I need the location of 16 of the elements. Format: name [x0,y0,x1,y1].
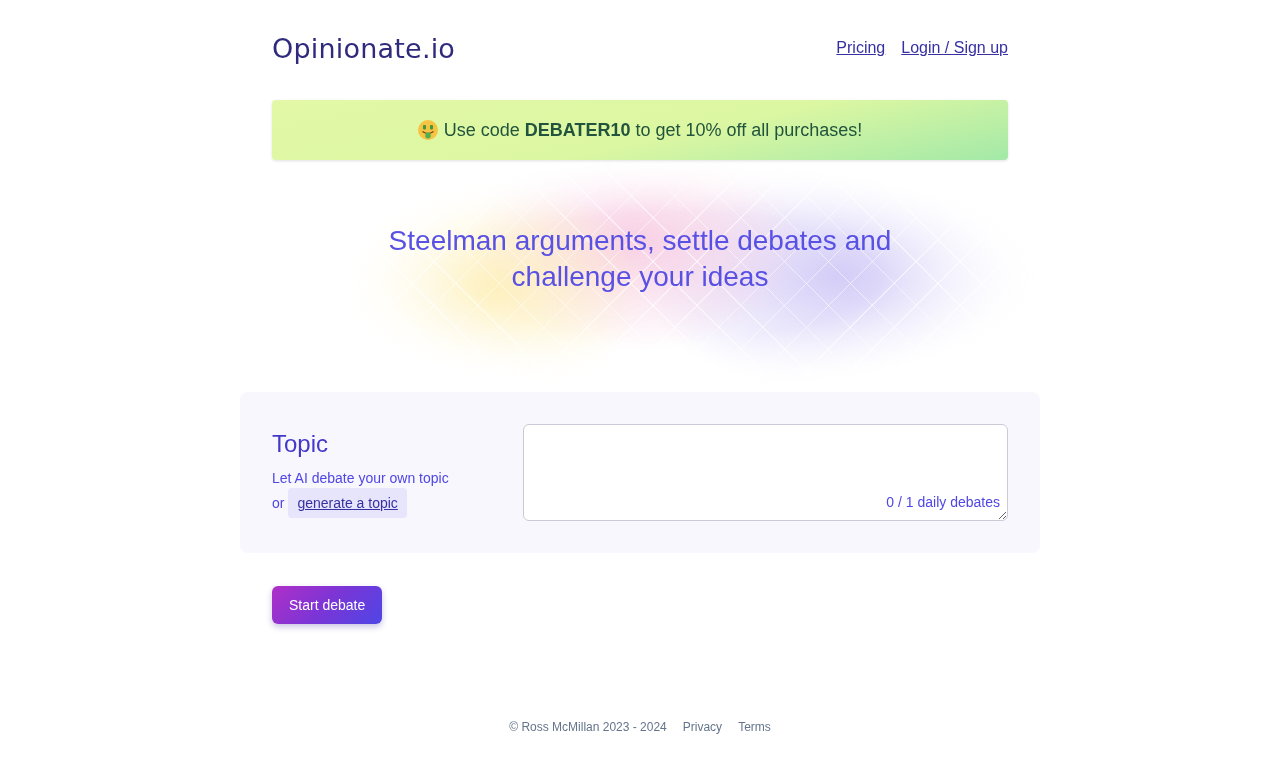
start-debate-button[interactable]: Start debate [272,586,383,624]
footer-link[interactable]: Privacy [682,719,723,735]
site-logo[interactable]: Opinionate.io [272,32,456,64]
card-title: Topic [272,430,330,458]
hero-headline: Steelman arguments, settle debates and challenge your ideas [387,224,893,294]
generate-topic-link[interactable]: generate a topic [288,488,407,518]
money-face-icon [417,120,438,140]
topic-description: Let AI debate your own topic [272,469,450,488]
nav-link[interactable]: Pricing [836,39,886,57]
nav-link[interactable]: Login / Sign up [901,39,1008,57]
footer-link[interactable]: Terms [738,719,771,735]
copyright-text: © Ross McMillan 2023 - 2024 [509,719,667,735]
promo-text: Use code DEBATER10 to get 10% off all purchases! [443,119,863,141]
topic-field[interactable] [523,424,1008,521]
or-text: or [272,494,285,513]
debate-counter: 0 / 1 daily debates [886,494,1000,510]
